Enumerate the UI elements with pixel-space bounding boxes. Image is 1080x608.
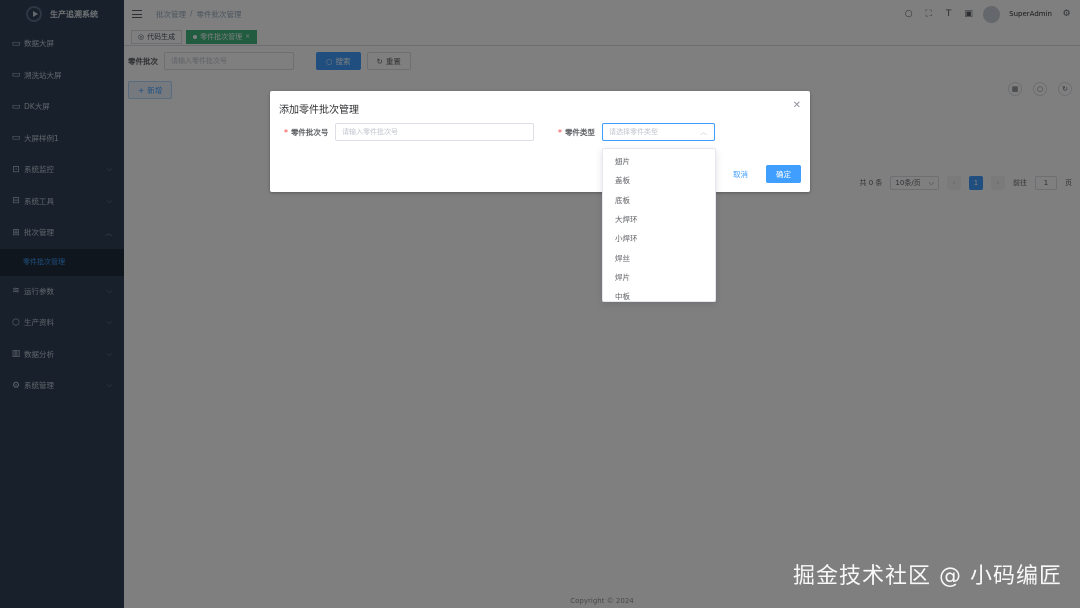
dropdown-option[interactable]: 焊片: [603, 268, 715, 287]
confirm-button[interactable]: 确定: [766, 165, 801, 183]
add-batch-dialog: 添加零件批次管理 ✕ * 零件批次号 请输入零件批次号 * 零件类型 请选择零件…: [270, 91, 810, 192]
required-asterisk: *: [558, 127, 562, 137]
watermark: 掘金技术社区 @ 小码编匠: [793, 564, 1062, 589]
batch-number-input[interactable]: 请输入零件批次号: [335, 123, 534, 141]
dropdown-option[interactable]: 底板: [603, 191, 715, 210]
cancel-button[interactable]: 取消: [723, 165, 758, 183]
required-asterisk: *: [284, 127, 288, 137]
dropdown-option[interactable]: 中板: [603, 287, 715, 301]
close-icon[interactable]: ✕: [793, 100, 801, 111]
dropdown-option[interactable]: 翅片: [603, 152, 715, 171]
part-type-label: * 零件类型: [558, 123, 595, 141]
dropdown-option[interactable]: 小焊环: [603, 229, 715, 248]
part-type-dropdown: 翅片 盖板 底板 大焊环 小焊环 焊丝 焊片 中板: [602, 148, 716, 302]
dialog-title: 添加零件批次管理: [279, 105, 359, 116]
batch-number-label: * 零件批次号: [284, 123, 328, 141]
part-type-placeholder: 请选择零件类型: [609, 128, 658, 136]
batch-number-label-text: 零件批次号: [290, 127, 329, 137]
part-type-select[interactable]: 请选择零件类型 ︿: [602, 123, 715, 141]
dropdown-option[interactable]: 焊丝: [603, 248, 715, 267]
chevron-up-icon: ︿: [700, 128, 707, 136]
dropdown-option[interactable]: 盖板: [603, 171, 715, 190]
part-type-label-text: 零件类型: [564, 127, 595, 137]
dropdown-option[interactable]: 大焊环: [603, 210, 715, 229]
